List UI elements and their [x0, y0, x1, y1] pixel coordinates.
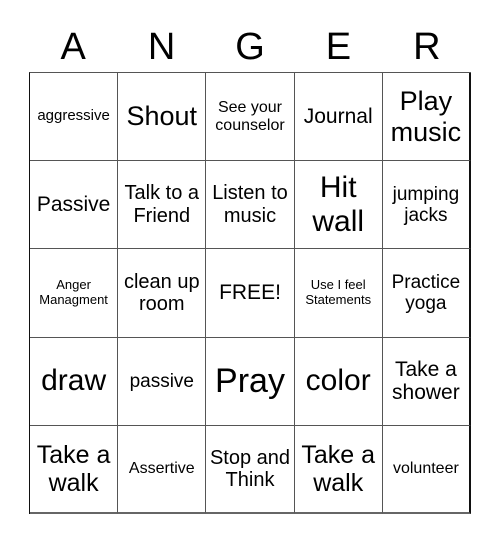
bingo-cell: Take a shower: [382, 337, 471, 426]
bingo-cell: clean up room: [118, 249, 207, 338]
header-letter: G: [235, 26, 265, 68]
bingo-cell: aggressive: [30, 73, 119, 162]
bingo-cell: jumping jacks: [382, 161, 471, 250]
bingo-cell: Journal: [294, 73, 383, 162]
bingo-cell: Pray: [206, 337, 295, 426]
bingo-cell: Talk to a Friend: [118, 161, 207, 250]
bingo-cell: Passive: [30, 161, 119, 250]
bingo-cell: Hit wall: [294, 161, 383, 250]
header-letter: N: [147, 26, 176, 68]
bingo-cell: Play music: [382, 73, 471, 162]
header-letter: R: [413, 26, 441, 68]
bingo-cell: Anger Managment: [30, 249, 119, 338]
bingo-cell: Take a walk: [294, 425, 383, 514]
bingo-cell: Assertive: [118, 425, 207, 514]
bingo-cell: Stop and Think: [206, 425, 295, 514]
bingo-cell: passive: [118, 337, 207, 426]
bingo-cell: color: [294, 337, 383, 426]
bingo-cell: Shout: [118, 73, 207, 162]
bingo-cell: volunteer: [382, 425, 471, 514]
bingo-cell: Practice yoga: [382, 249, 471, 338]
header-letter: A: [60, 26, 86, 68]
bingo-cell: Listen to music: [206, 161, 295, 250]
free-space: FREE!: [206, 249, 295, 338]
bingo-card-grid: aggressive Shout See your counselor Jour…: [29, 72, 471, 514]
bingo-cell: draw: [30, 337, 119, 426]
bingo-cell: Take a walk: [30, 425, 119, 514]
bingo-header: A N G E R: [29, 22, 471, 72]
header-letter: E: [325, 26, 352, 68]
bingo-cell: Use I feel Statements: [294, 249, 383, 338]
bingo-cell: See your counselor: [206, 73, 295, 162]
